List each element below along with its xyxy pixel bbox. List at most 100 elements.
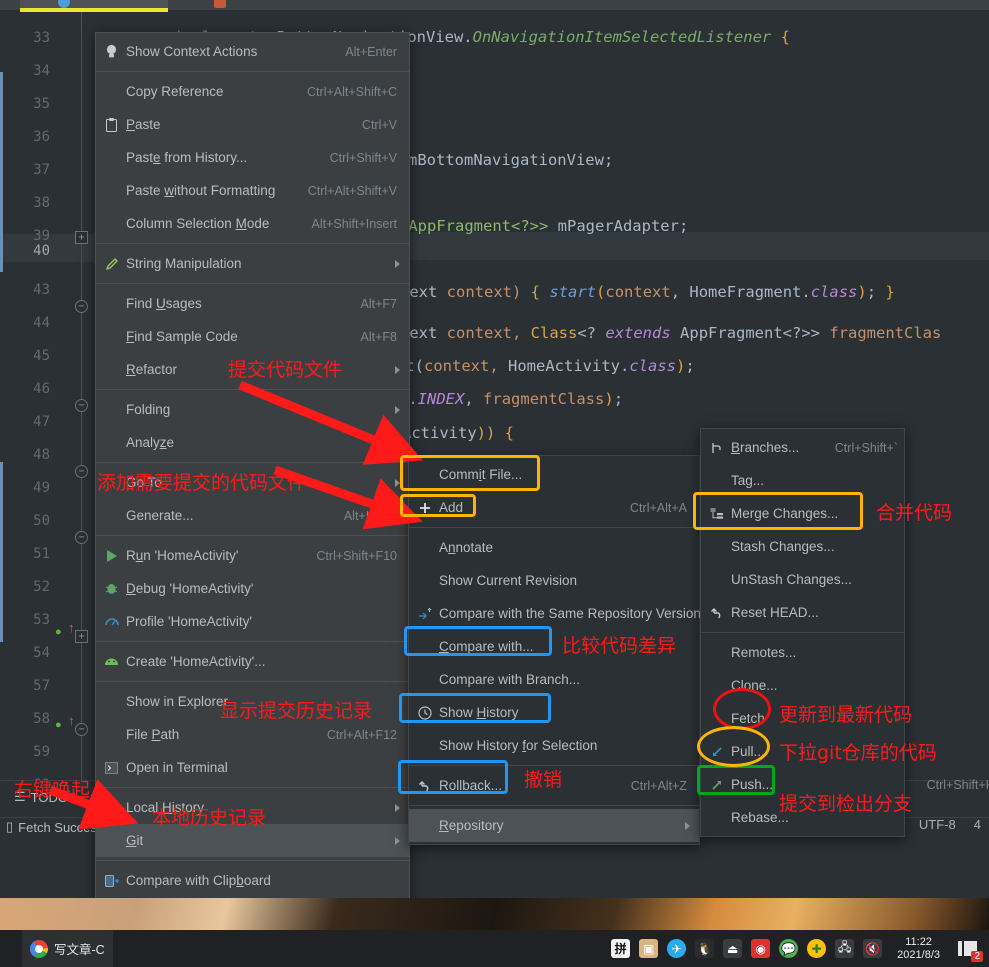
- fold-expand-icon[interactable]: +: [75, 630, 88, 643]
- menu-separator: [96, 243, 409, 244]
- menu-item-debug-home-activity[interactable]: Debug 'HomeActivity': [96, 572, 409, 605]
- menu-item-paste-without-formatting[interactable]: Paste without Formatting Ctrl+Alt+Shift+…: [96, 174, 409, 207]
- menu-item-branches[interactable]: Branches... Ctrl+Shift+`: [701, 431, 904, 464]
- line-number: 36: [33, 129, 50, 145]
- menu-item-show-context-actions[interactable]: Show Context Actions Alt+Enter: [96, 35, 409, 68]
- menu-item-shortcut: Ctrl+Alt+Shift+V: [307, 183, 397, 198]
- taskbar-clock[interactable]: 11:22 2021/8/3: [891, 936, 946, 962]
- windows-taskbar: 写文章-C 拼 ▣ ✈ 🐧 ⏏ ◉ 💬 ✚ 🖧 🔇 11:22 2021/8/3…: [0, 930, 989, 967]
- line-number: 58: [33, 711, 50, 727]
- menu-item-compare-same-repository-version[interactable]: Compare with the Same Repository Version: [409, 597, 701, 630]
- menu-item-tag[interactable]: Tag...: [701, 464, 904, 497]
- repository-submenu[interactable]: Branches... Ctrl+Shift+` Tag... Merge Ch…: [700, 428, 989, 837]
- usb-eject-icon[interactable]: ⏏: [723, 939, 743, 958]
- menu-item-pull[interactable]: Pull...: [701, 735, 904, 768]
- fold-collapse-icon[interactable]: −: [75, 723, 88, 736]
- recorder-icon[interactable]: ◉: [751, 939, 771, 958]
- lightbulb-icon: [103, 43, 120, 60]
- menu-item-local-history[interactable]: Local History: [96, 791, 409, 824]
- menu-item-copy-reference[interactable]: Copy Reference Ctrl+Alt+Shift+C: [96, 75, 409, 108]
- line-number: 47: [33, 414, 50, 430]
- menu-item-column-selection-mode[interactable]: Column Selection Mode Alt+Shift+Insert: [96, 207, 409, 240]
- fold-collapse-icon[interactable]: −: [75, 399, 88, 412]
- menu-item-show-in-explorer[interactable]: Show in Explorer: [96, 685, 409, 718]
- wechat-icon[interactable]: 💬: [779, 939, 799, 958]
- indent-size[interactable]: 4: [974, 817, 981, 832]
- menu-item-annotate[interactable]: Annotate: [409, 531, 699, 564]
- menu-item-git[interactable]: Git: [96, 824, 409, 857]
- git-submenu[interactable]: Commit File... Add Ctrl+Alt+A Annotate S…: [408, 455, 701, 845]
- menu-item-label: Show Context Actions: [126, 44, 258, 59]
- photos-icon[interactable]: ▣: [639, 939, 659, 958]
- code-line: mBottomNavigationView;: [408, 151, 614, 169]
- qq-penguin-icon[interactable]: 🐧: [695, 939, 715, 958]
- menu-item-compare-with-branch[interactable]: Compare with Branch...: [409, 663, 699, 696]
- menu-item-fetch[interactable]: Fetch: [701, 702, 904, 735]
- fold-expand-icon[interactable]: +: [75, 231, 88, 244]
- line-number: 50: [33, 513, 50, 529]
- menu-item-folding[interactable]: Folding: [96, 393, 409, 426]
- menu-item-push[interactable]: Push... Ctrl+Shift+K: [701, 768, 989, 801]
- volume-muted-icon[interactable]: 🔇: [863, 939, 883, 958]
- tool-button-todo[interactable]: ☰ TODO: [14, 789, 68, 805]
- menu-item-show-history[interactable]: Show History: [409, 696, 699, 729]
- fold-collapse-icon[interactable]: −: [75, 300, 88, 313]
- status-icon: ▯: [6, 819, 14, 834]
- menu-separator: [96, 860, 409, 861]
- menu-item-remotes[interactable]: Remotes...: [701, 636, 904, 669]
- code-folding-bar: [81, 12, 82, 780]
- clock-icon: [416, 704, 433, 721]
- menu-item-create-home-activity[interactable]: Create 'HomeActivity'...: [96, 645, 409, 678]
- menu-item-string-manipulation[interactable]: String Manipulation: [96, 247, 409, 280]
- menu-item-unstash-changes[interactable]: UnStash Changes...: [701, 563, 904, 596]
- menu-item-find-sample-code[interactable]: Find Sample Code Alt+F8: [96, 320, 409, 353]
- editor-tab-home-activity-xml[interactable]: [176, 0, 326, 10]
- menu-item-stash-changes[interactable]: Stash Changes...: [701, 530, 904, 563]
- menu-item-file-path[interactable]: File Path Ctrl+Alt+F12: [96, 718, 409, 751]
- menu-item-add[interactable]: Add Ctrl+Alt+A: [409, 491, 699, 524]
- menu-item-commit-file[interactable]: Commit File...: [409, 458, 699, 491]
- editor-context-menu[interactable]: Show Context Actions Alt+Enter Copy Refe…: [95, 32, 410, 967]
- menu-item-paste[interactable]: Paste Ctrl+V: [96, 108, 409, 141]
- menu-item-label: Debug 'HomeActivity': [126, 581, 254, 596]
- file-encoding[interactable]: UTF-8: [919, 817, 956, 832]
- menu-item-go-to[interactable]: Go To: [96, 466, 409, 499]
- taskbar-app-label: 写文章-C: [54, 943, 105, 957]
- menu-item-show-history-for-selection[interactable]: Show History for Selection: [409, 729, 699, 762]
- menu-item-run-home-activity[interactable]: Run 'HomeActivity' Ctrl+Shift+F10: [96, 539, 409, 572]
- menu-item-label: Show History for Selection: [439, 738, 598, 753]
- menu-item-label: File Path: [126, 727, 180, 742]
- line-number: 49: [33, 480, 50, 496]
- menu-item-generate[interactable]: Generate... Alt+Insert: [96, 499, 409, 532]
- menu-item-refactor[interactable]: Refactor: [96, 353, 409, 386]
- menu-item-analyze[interactable]: Analyze: [96, 426, 409, 459]
- notification-center-icon[interactable]: 2: [955, 938, 983, 962]
- notification-badge: 2: [971, 950, 983, 962]
- menu-item-open-in-terminal[interactable]: Open in Terminal: [96, 751, 409, 784]
- telegram-icon[interactable]: ✈: [667, 939, 687, 958]
- chevron-right-icon: [685, 821, 690, 830]
- menu-item-show-current-revision[interactable]: Show Current Revision: [409, 564, 699, 597]
- menu-item-shortcut: Ctrl+Alt+Shift+C: [307, 84, 397, 99]
- menu-item-rollback[interactable]: Rollback... Ctrl+Alt+Z: [409, 769, 699, 802]
- menu-item-merge-changes[interactable]: Merge Changes...: [701, 497, 904, 530]
- fold-collapse-icon[interactable]: −: [75, 465, 88, 478]
- line-number: 35: [33, 96, 50, 112]
- menu-item-paste-from-history[interactable]: Paste from History... Ctrl+Shift+V: [96, 141, 409, 174]
- taskbar-app-chrome[interactable]: 写文章-C: [22, 930, 113, 967]
- ime-pinyin-icon[interactable]: 拼: [611, 939, 631, 958]
- menu-item-rebase[interactable]: Rebase...: [701, 801, 904, 834]
- menu-item-reset-head[interactable]: Reset HEAD...: [701, 596, 904, 629]
- menu-item-find-usages[interactable]: Find Usages Alt+F7: [96, 287, 409, 320]
- code-line: Activity)) {: [402, 424, 515, 442]
- menu-item-compare-with-clipboard[interactable]: Compare with Clipboard: [96, 864, 409, 897]
- vcs-outgoing-arrow-icon: ↑: [68, 713, 75, 728]
- menu-item-clone[interactable]: Clone...: [701, 669, 904, 702]
- menu-item-repository[interactable]: Repository: [409, 809, 699, 842]
- network-icon[interactable]: 🖧: [835, 939, 855, 958]
- menu-item-label: Find Usages: [126, 296, 202, 311]
- menu-item-profile-home-activity[interactable]: Profile 'HomeActivity': [96, 605, 409, 638]
- fold-collapse-icon[interactable]: −: [75, 531, 88, 544]
- plus-green-icon[interactable]: ✚: [807, 939, 827, 958]
- menu-item-compare-with[interactable]: Compare with...: [409, 630, 699, 663]
